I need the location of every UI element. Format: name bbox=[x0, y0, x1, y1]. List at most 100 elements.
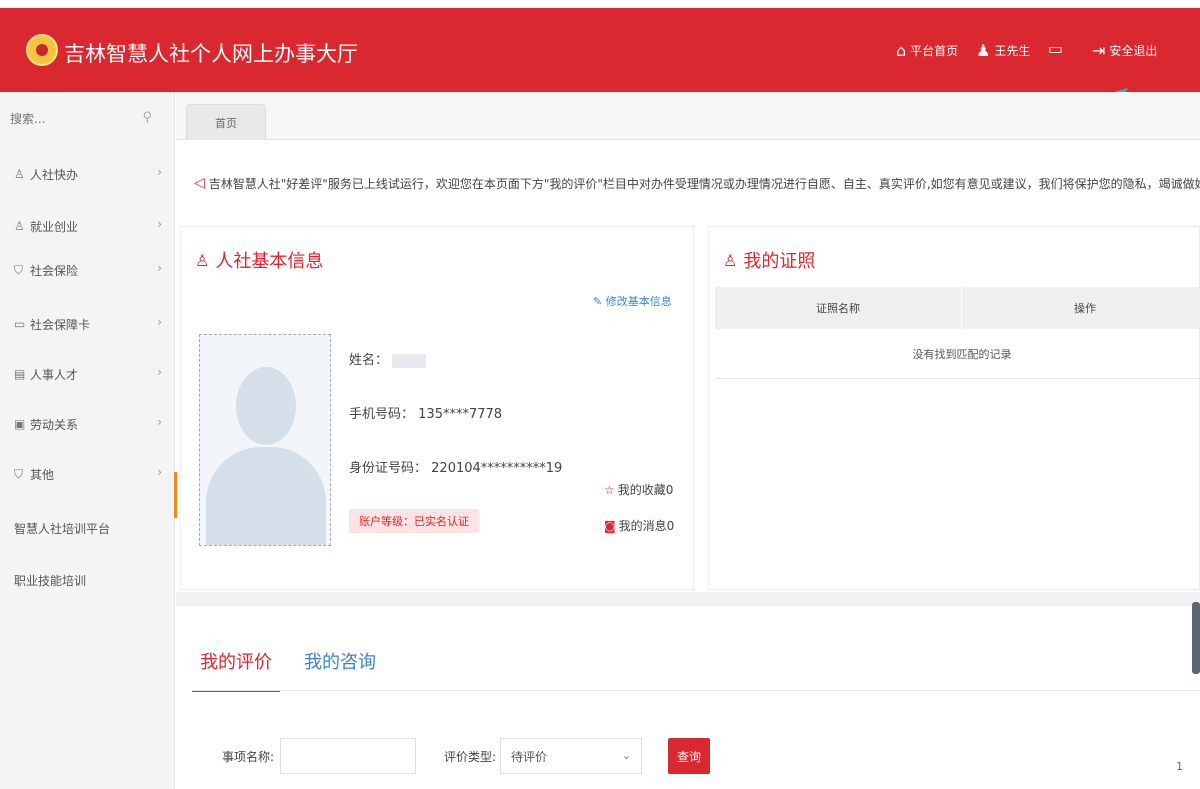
sidebar-search: ⚲ bbox=[10, 106, 160, 132]
chevron-right-icon: › bbox=[157, 217, 162, 231]
app-header: 吉林智慧人社个人网上办事大厅 ⌂ 平台首页 ♟ 王先生 ▭ ⇥ 安全退出 bbox=[0, 8, 1200, 92]
sidebar-item-label: 智慧人社培训平台 bbox=[14, 521, 111, 536]
id-row: 身份证号码： 220104**********19 bbox=[349, 457, 562, 476]
sidebar-item-label: 社会保障卡 bbox=[30, 317, 91, 332]
sidebar-item-skills-training[interactable]: 职业技能培训 bbox=[14, 568, 166, 592]
document-icon: ▤ bbox=[14, 367, 26, 381]
sidebar-item-label: 社会保险 bbox=[30, 263, 79, 278]
section-divider bbox=[176, 592, 1200, 606]
avatar-body bbox=[206, 447, 326, 545]
favorites-count: 0 bbox=[665, 483, 674, 497]
sidebar-item-label: 其他 bbox=[30, 467, 55, 482]
nav-message-button[interactable]: ▭ bbox=[1048, 39, 1064, 58]
sidebar-item-personnel[interactable]: ▤ 人事人才 › bbox=[14, 362, 166, 386]
certificates-table: 证照名称 操作 没有找到匹配的记录 bbox=[715, 287, 1200, 379]
nav-user-link[interactable]: ♟ 王先生 bbox=[976, 42, 1030, 59]
logout-label: 安全退出 bbox=[1109, 44, 1158, 58]
star-icon: ☆ bbox=[604, 483, 615, 497]
tab-home[interactable]: 首页 bbox=[186, 104, 266, 140]
sidebar: ⚲ ♙ 人社快办 › ♙ 就业创业 › ⛉ 社会保险 › ▭ 社会保障卡 › ▤… bbox=[0, 92, 175, 789]
eval-type-value: 待评价 bbox=[511, 749, 548, 764]
id-value: 220104**********19 bbox=[431, 461, 563, 476]
query-button[interactable]: 查询 bbox=[668, 738, 710, 774]
column-header-name: 证照名称 bbox=[715, 287, 962, 329]
search-icon[interactable]: ⚲ bbox=[142, 110, 152, 125]
chevron-right-icon: › bbox=[157, 365, 162, 379]
chevron-right-icon: › bbox=[157, 261, 162, 275]
nav-user-label: 王先生 bbox=[994, 44, 1031, 58]
sidebar-item-labor-relations[interactable]: ▣ 劳动关系 › bbox=[14, 412, 166, 436]
status-badge: 账户等级：已实名认证 bbox=[349, 509, 479, 533]
chevron-right-icon: › bbox=[157, 415, 162, 429]
tab-my-consultation[interactable]: 我的咨询 bbox=[304, 648, 376, 692]
scroll-indicator: 1 bbox=[1176, 760, 1183, 773]
avatar bbox=[199, 334, 331, 546]
app-title: 吉林智慧人社个人网上办事大厅 bbox=[64, 42, 358, 66]
home-icon: ⌂ bbox=[896, 40, 907, 60]
phone-label: 手机号码： bbox=[349, 407, 415, 422]
sidebar-item-label: 人事人才 bbox=[30, 367, 79, 382]
person-icon: ♙ bbox=[723, 250, 738, 270]
basic-info-title-text: 人社基本信息 bbox=[215, 251, 324, 272]
empty-message: 没有找到匹配的记录 bbox=[715, 329, 1200, 379]
name-redacted bbox=[392, 353, 427, 368]
avatar-head bbox=[236, 367, 296, 445]
person-icon: ♙ bbox=[195, 250, 210, 270]
sidebar-item-label: 职业技能培训 bbox=[14, 573, 87, 588]
messages-count: 0 bbox=[666, 519, 675, 533]
nav-home-link[interactable]: ⌂ 平台首页 bbox=[896, 42, 958, 59]
sidebar-resize-handle[interactable] bbox=[174, 472, 177, 518]
eval-type-select[interactable]: 待评价 ⌄ bbox=[500, 738, 642, 774]
logout-button[interactable]: ⇥ 安全退出 bbox=[1092, 42, 1157, 59]
certificates-title: ♙ 我的证照 bbox=[723, 247, 815, 273]
message-icon: ▭ bbox=[1048, 39, 1064, 58]
certificates-card: ♙ 我的证照 证照名称 操作 没有找到匹配的记录 bbox=[708, 226, 1200, 590]
tabs-underline bbox=[192, 690, 1200, 691]
certificates-title-text: 我的证照 bbox=[743, 251, 816, 272]
sidebar-item-label: 劳动关系 bbox=[30, 417, 79, 432]
chevron-right-icon: › bbox=[157, 165, 162, 179]
chevron-right-icon: › bbox=[157, 315, 162, 329]
badge-icon: ⛉ bbox=[14, 466, 24, 481]
phone-row: 手机号码： 135****7778 bbox=[349, 403, 502, 422]
sidebar-search-input[interactable] bbox=[10, 106, 160, 132]
sidebar-item-quick-service[interactable]: ♙ 人社快办 › bbox=[14, 162, 166, 186]
scrollbar-thumb[interactable] bbox=[1192, 602, 1200, 674]
sidebar-item-employment[interactable]: ♙ 就业创业 › bbox=[14, 214, 166, 238]
id-label: 身份证号码： bbox=[349, 461, 428, 476]
card-icon: ▭ bbox=[14, 317, 26, 331]
chevron-right-icon: › bbox=[157, 465, 162, 479]
edit-info-link[interactable]: ✎ 修改基本信息 bbox=[593, 293, 672, 309]
emblem-logo-icon bbox=[26, 34, 58, 66]
evaluation-tabs: 我的评价 我的咨询 bbox=[192, 648, 376, 692]
column-header-action: 操作 bbox=[962, 287, 1200, 329]
sidebar-item-training-platform[interactable]: 智慧人社培训平台 bbox=[14, 516, 166, 540]
item-name-input[interactable] bbox=[280, 738, 416, 774]
sidebar-item-social-card[interactable]: ▭ 社会保障卡 › bbox=[14, 312, 166, 336]
notice-text: 吉林智慧人社"好差评"服务已上线试运行，欢迎您在本页面下方"我的评价"栏目中对办… bbox=[208, 176, 1200, 191]
person-icon: ♙ bbox=[14, 167, 25, 181]
speaker-icon: ◁ bbox=[194, 175, 205, 191]
sidebar-item-label: 就业创业 bbox=[30, 219, 79, 234]
item-name-label: 事项名称: bbox=[222, 750, 275, 764]
shield-icon: ⛉ bbox=[14, 262, 24, 277]
briefcase-icon: ♙ bbox=[14, 219, 25, 233]
sidebar-item-other[interactable]: ⛉ 其他 › bbox=[14, 462, 166, 486]
tabs-bar: 首页 bbox=[176, 92, 1200, 140]
message-icon: ◙ bbox=[604, 519, 616, 533]
notice-bar: ◁ 吉林智慧人社"好差评"服务已上线试运行，欢迎您在本页面下方"我的评价"栏目中… bbox=[176, 158, 1200, 208]
user-icon: ♟ bbox=[976, 40, 991, 60]
edit-icon: ✎ bbox=[593, 295, 603, 308]
basic-info-title: ♙ 人社基本信息 bbox=[195, 247, 323, 273]
favorites-link[interactable]: ☆ 我的收藏0 bbox=[604, 481, 673, 498]
phone-value: 135****7778 bbox=[418, 407, 503, 422]
messages-link[interactable]: ◙ 我的消息0 bbox=[604, 517, 674, 534]
contract-icon: ▣ bbox=[14, 417, 26, 431]
chevron-down-icon: ⌄ bbox=[621, 749, 631, 762]
messages-label: 我的消息 bbox=[618, 519, 667, 533]
sidebar-item-label: 人社快办 bbox=[30, 167, 79, 182]
tab-my-evaluation[interactable]: 我的评价 bbox=[192, 648, 280, 692]
edit-info-label: 修改基本信息 bbox=[605, 295, 672, 308]
logout-icon: ⇥ bbox=[1092, 40, 1106, 60]
sidebar-item-social-insurance[interactable]: ⛉ 社会保险 › bbox=[14, 258, 166, 282]
